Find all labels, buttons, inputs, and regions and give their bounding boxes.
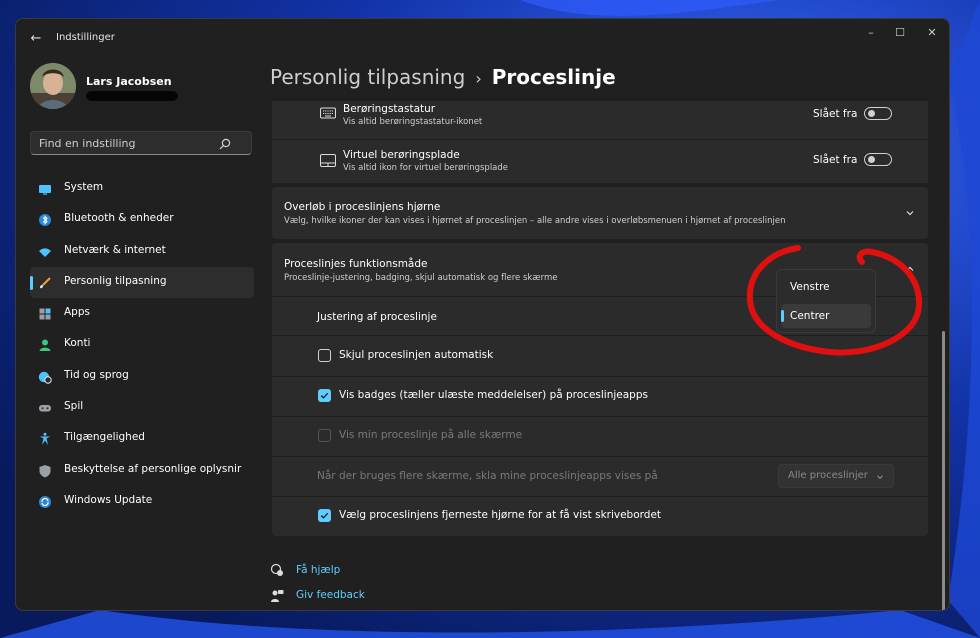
sidebar-nav: System Bluetooth & enheder Netværk & int… — [30, 173, 254, 517]
desktop-corner-checkbox[interactable] — [318, 509, 331, 522]
close-button[interactable]: ✕ — [915, 23, 949, 43]
touchpad-subtitle: Vis altid ikon for virtuel berøringsplad… — [343, 163, 509, 173]
alignment-dropdown[interactable]: Venstre Centrer — [776, 269, 876, 333]
apps-icon — [39, 308, 51, 320]
touch-keyboard-title: Berøringstastatur — [343, 103, 436, 115]
touch-keyboard-toggle[interactable] — [864, 107, 892, 120]
all-displays-checkbox[interactable] — [318, 429, 331, 442]
alignment-option-center[interactable]: Centrer — [781, 304, 871, 328]
monitor-icon — [39, 185, 51, 195]
touchpad-state: Slået fra — [813, 154, 858, 166]
badges-checkbox[interactable] — [318, 389, 331, 402]
overflow-section-header[interactable]: Overløb i proceslinjens hjørne Vælg, hvi… — [272, 187, 928, 239]
maximize-button[interactable]: ☐ — [883, 23, 917, 43]
gamepad-icon — [39, 405, 51, 412]
avatar — [30, 63, 76, 109]
multi-display-label: Når der bruges flere skærme, skla mine p… — [317, 470, 658, 482]
divider — [272, 335, 928, 336]
overflow-title: Overløb i proceslinjens hjørne — [284, 201, 441, 213]
touchpad-title: Virtuel berøringsplade — [343, 149, 460, 161]
sidebar-item-label: Bluetooth & enheder — [64, 212, 174, 225]
multi-display-value: Alle proceslinjer — [788, 470, 868, 481]
feedback-icon — [271, 590, 284, 602]
all-displays-label: Vis min proceslinje på alle skærme — [339, 429, 523, 441]
sidebar-item-accessibility[interactable]: Tilgængelighed — [30, 423, 254, 454]
sidebar-item-label: Beskyttelse af personlige oplysnir — [64, 462, 242, 475]
checkmark-icon — [320, 512, 329, 519]
user-profile[interactable]: Lars Jacobsen — [30, 63, 250, 113]
sidebar-item-label: Tilgængelighed — [64, 431, 145, 444]
sidebar-item-label: Tid og sprog — [64, 368, 129, 381]
desktop-corner-label: Vælg proceslinjens fjerneste hjørne for … — [339, 509, 662, 521]
alignment-label: Justering af proceslinje — [317, 311, 437, 323]
sidebar-item-apps[interactable]: Apps — [30, 298, 254, 329]
divider — [272, 416, 928, 417]
help-icon — [270, 563, 283, 576]
sidebar-item-network[interactable]: Netværk & internet — [30, 236, 254, 267]
alignment-option-left[interactable]: Venstre — [781, 275, 871, 299]
sidebar-item-privacy[interactable]: Beskyttelse af personlige oplysnir — [30, 455, 254, 486]
give-feedback-link[interactable]: Giv feedback — [296, 589, 365, 601]
sidebar-item-label: Spil — [64, 400, 84, 413]
overflow-subtitle: Vælg, hvilke ikoner der kan vises i hjør… — [284, 216, 786, 226]
update-icon — [39, 495, 51, 508]
sidebar-item-system[interactable]: System — [30, 173, 254, 204]
divider — [272, 496, 928, 497]
breadcrumb-parent[interactable]: Personlig tilpasning — [270, 65, 465, 89]
chevron-down-icon[interactable] — [904, 207, 916, 219]
sidebar-item-accounts[interactable]: Konti — [30, 329, 254, 360]
badges-label: Vis badges (tæller ulæste meddelelser) p… — [339, 389, 648, 401]
sidebar-item-label: Personlig tilpasning — [64, 274, 167, 287]
sidebar-item-label: Konti — [64, 337, 91, 350]
title-bar: ← Indstillinger – ☐ ✕ — [16, 19, 949, 59]
sidebar-item-windows-update[interactable]: Windows Update — [30, 486, 254, 517]
sidebar-item-time-language[interactable]: Tid og sprog — [30, 361, 254, 392]
bluetooth-icon — [39, 214, 51, 227]
checkmark-icon — [320, 392, 329, 399]
paintbrush-icon — [40, 277, 51, 289]
wifi-icon — [39, 247, 51, 257]
divider — [272, 456, 928, 457]
auto-hide-label: Skjul proceslinjen automatisk — [339, 349, 494, 361]
behaviors-subtitle: Proceslinje-justering, badging, skjul au… — [284, 273, 558, 283]
multi-display-select[interactable]: Alle proceslinjer — [778, 464, 894, 488]
globe-clock-icon — [38, 371, 52, 384]
behaviors-title: Proceslinjes funktionsmåde — [284, 258, 428, 270]
get-help-link[interactable]: Få hjælp — [296, 564, 340, 576]
page-title: Proceslinje — [491, 65, 616, 89]
person-icon — [39, 339, 51, 352]
sidebar-item-label: Netværk & internet — [64, 243, 166, 256]
search-icon[interactable] — [218, 137, 232, 151]
app-title: Indstillinger — [56, 32, 115, 43]
auto-hide-checkbox[interactable] — [318, 349, 331, 362]
keyboard-icon — [320, 107, 336, 119]
divider — [272, 376, 928, 377]
sidebar-item-label: System — [64, 181, 104, 193]
breadcrumb: Personlig tilpasning › Proceslinje — [270, 65, 616, 89]
sidebar-item-personalization[interactable]: Personlig tilpasning — [30, 266, 254, 299]
sidebar-item-bluetooth[interactable]: Bluetooth & enheder — [30, 204, 254, 235]
sidebar-item-label: Apps — [64, 306, 90, 319]
user-name: Lars Jacobsen — [86, 75, 172, 88]
touchpad-toggle[interactable] — [864, 153, 892, 166]
touchpad-row: Virtuel berøringsplade Vis altid ikon fo… — [272, 140, 928, 183]
touch-keyboard-subtitle: Vis altid berøringstastatur-ikonet — [343, 117, 483, 127]
touchpad-icon — [320, 154, 336, 167]
scrollbar[interactable] — [942, 331, 945, 610]
touch-keyboard-state: Slået fra — [813, 108, 858, 120]
chevron-down-icon — [877, 475, 883, 480]
user-email-redacted — [86, 91, 178, 101]
settings-content: Berøringstastatur Vis altid berøringstas… — [270, 101, 930, 610]
accessibility-icon — [39, 433, 51, 446]
sidebar-item-gaming[interactable]: Spil — [30, 392, 254, 423]
breadcrumb-separator: › — [475, 69, 482, 88]
back-button[interactable]: ← — [26, 30, 46, 48]
shield-icon — [39, 464, 51, 478]
sidebar-item-label: Windows Update — [64, 493, 153, 506]
chevron-up-icon[interactable] — [904, 263, 916, 275]
touch-keyboard-row: Berøringstastatur Vis altid berøringstas… — [272, 101, 928, 139]
